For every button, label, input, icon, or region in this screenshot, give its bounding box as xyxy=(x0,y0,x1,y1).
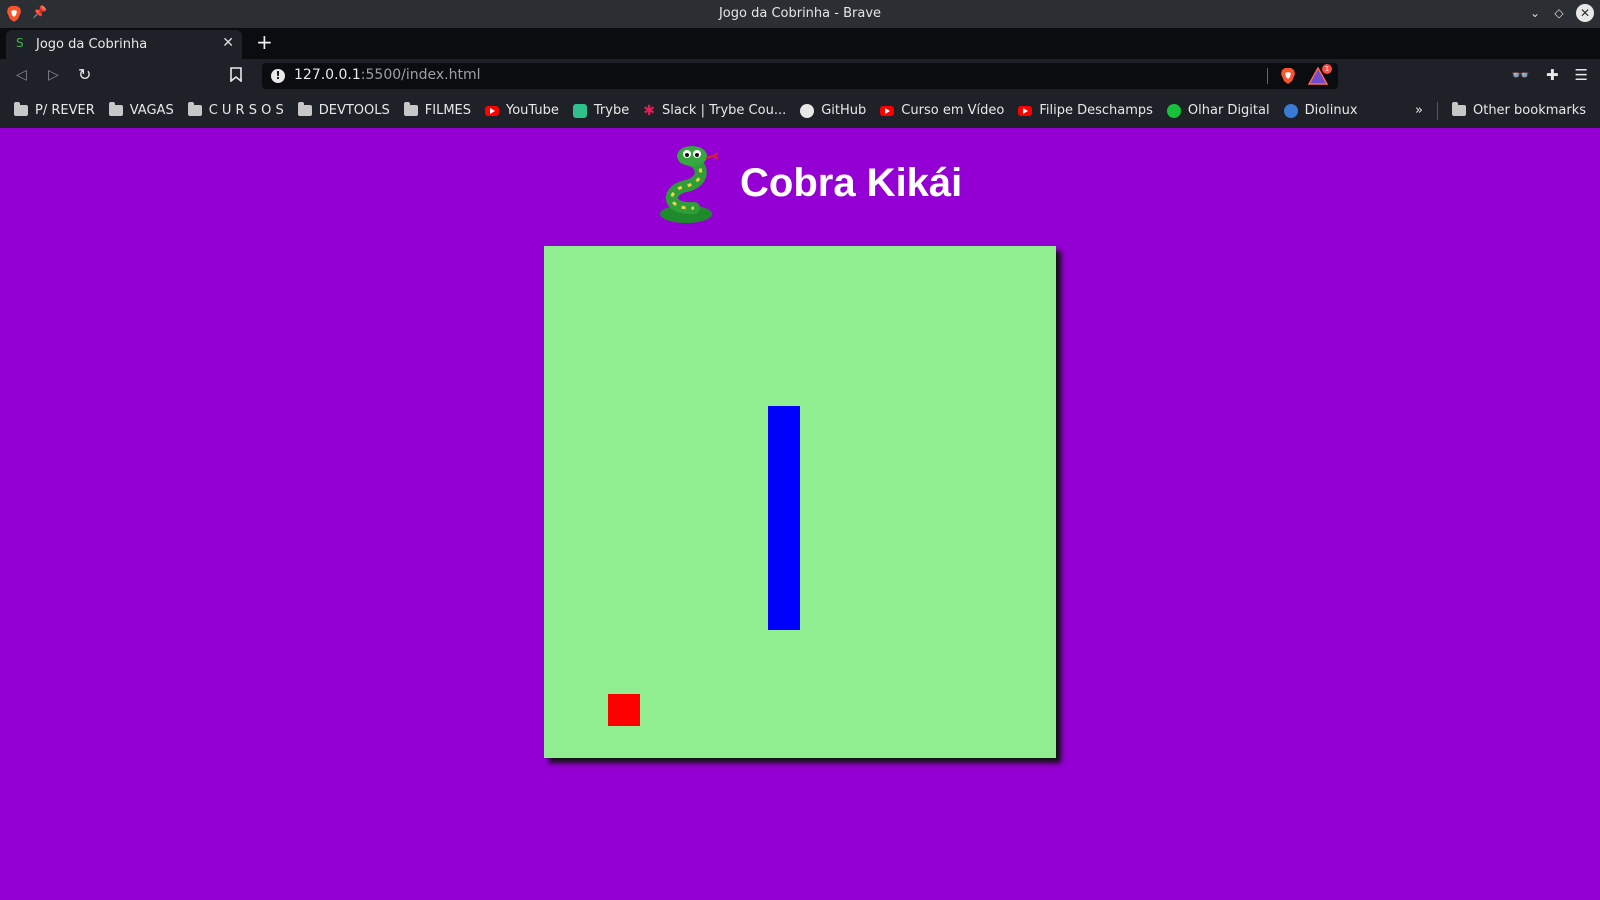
bookmark-vagas[interactable]: VAGAS xyxy=(108,102,174,118)
folder-icon xyxy=(403,102,418,116)
bookmark-filipe-deschamps[interactable]: Filipe Deschamps xyxy=(1018,103,1153,118)
snake-logo-icon xyxy=(660,146,719,223)
brave-rewards-icon[interactable]: 1 xyxy=(1307,64,1332,85)
bookmark-cursos[interactable]: C U R S O S xyxy=(187,102,284,118)
private-window-icon[interactable]: 👓 xyxy=(1511,66,1530,84)
snake-segment xyxy=(768,502,800,534)
bookmark-label: DEVTOOLS xyxy=(318,103,390,118)
game-page: Cobra Kikái xyxy=(0,128,1600,900)
site-info-icon[interactable]: ! xyxy=(271,69,285,83)
bookmark-label: C U R S O S xyxy=(208,103,284,118)
minimize-icon[interactable]: ⌄ xyxy=(1528,6,1542,20)
bookmark-olhar-digital[interactable]: Olhar Digital xyxy=(1166,103,1270,118)
bookmark-curso-em-video[interactable]: Curso em Vídeo xyxy=(880,103,1004,118)
bookmark-label: Filipe Deschamps xyxy=(1039,103,1153,118)
bookmark-label: Trybe xyxy=(593,103,630,118)
navigation-bar: ◁ ▷ ↻ ! 127.0.0.1:5500/index.html 1 👓 ✚ … xyxy=(0,59,1600,93)
tab-label: Jogo da Cobrinha xyxy=(36,37,148,52)
bookmark-youtube[interactable]: YouTube xyxy=(485,103,559,118)
tab-strip: S Jogo da Cobrinha ✕ + xyxy=(0,28,1600,59)
snake-segment xyxy=(768,598,800,630)
bookmark-label: VAGAS xyxy=(129,103,174,118)
snake-segment xyxy=(768,534,800,566)
close-tab-icon[interactable]: ✕ xyxy=(222,35,234,51)
bookmark-label: Slack | Trybe Cou... xyxy=(661,103,787,118)
window-titlebar: 📌 Jogo da Cobrinha - Brave ⌄ ◇ ✕ xyxy=(0,0,1600,28)
bookmark-label: Diolinux xyxy=(1304,103,1358,118)
back-icon[interactable]: ◁ xyxy=(16,67,27,83)
bookmark-label: Other bookmarks xyxy=(1472,103,1586,118)
snake-segment xyxy=(768,438,800,470)
diolinux-icon xyxy=(1283,103,1298,118)
folder-icon xyxy=(108,102,123,116)
bookmark-filmes[interactable]: FILMES xyxy=(403,102,472,118)
game-title: Cobra Kikái xyxy=(740,160,963,205)
maximize-icon[interactable]: ◇ xyxy=(1552,6,1566,20)
more-bookmarks-icon[interactable]: » xyxy=(1415,103,1423,118)
bookmark-label: P/ REVER xyxy=(35,103,95,118)
github-icon xyxy=(800,103,815,118)
bookmark-label: FILMES xyxy=(424,103,472,118)
trybe-icon xyxy=(572,103,587,118)
bookmark-label: YouTube xyxy=(506,103,559,118)
folder-icon xyxy=(14,102,28,116)
bookmark-trybe[interactable]: Trybe xyxy=(572,103,630,118)
url-text: 127.0.0.1:5500/index.html xyxy=(294,67,481,83)
game-header: Cobra Kikái xyxy=(654,144,962,226)
bookmarks-bar: P/ REVER VAGAS C U R S O S DEVTOOLS FILM… xyxy=(0,93,1600,128)
folder-icon xyxy=(1451,102,1466,116)
tab-jogo-da-cobrinha[interactable]: S Jogo da Cobrinha ✕ xyxy=(6,30,242,59)
bookmark-slack[interactable]: ✱ Slack | Trybe Cou... xyxy=(643,103,786,119)
rewards-badge: 1 xyxy=(1322,64,1332,74)
url-divider xyxy=(1267,68,1268,84)
snake-favicon-icon: S xyxy=(16,36,24,50)
bookmark-icon[interactable] xyxy=(230,67,242,82)
close-window-icon[interactable]: ✕ xyxy=(1576,4,1594,22)
forward-icon[interactable]: ▷ xyxy=(48,67,59,83)
brave-shields-icon[interactable] xyxy=(1280,67,1296,85)
bookmark-github[interactable]: GitHub xyxy=(800,103,866,118)
bookmark-p-rever[interactable]: P/ REVER xyxy=(14,102,95,118)
youtube-icon xyxy=(485,105,500,116)
bookmark-label: Curso em Vídeo xyxy=(901,103,1005,118)
snake-segment xyxy=(768,566,800,598)
bookmark-label: Olhar Digital xyxy=(1187,103,1270,118)
bookmark-diolinux[interactable]: Diolinux xyxy=(1283,103,1358,118)
youtube-icon xyxy=(880,105,895,116)
reload-icon[interactable]: ↻ xyxy=(78,65,91,84)
snake-segment xyxy=(768,406,800,438)
bookmark-devtools[interactable]: DEVTOOLS xyxy=(297,102,390,118)
olhar-digital-icon xyxy=(1166,103,1181,118)
slack-icon: ✱ xyxy=(643,102,655,119)
game-board[interactable] xyxy=(544,246,1056,758)
snake-segment xyxy=(768,470,800,502)
bookmark-label: GitHub xyxy=(821,103,867,118)
food-item xyxy=(608,694,640,726)
bookmarks-divider xyxy=(1436,101,1438,120)
extensions-icon[interactable]: ✚ xyxy=(1546,66,1559,84)
folder-icon xyxy=(297,102,312,116)
menu-icon[interactable]: ☰ xyxy=(1575,66,1588,84)
bookmark-other-bookmarks[interactable]: Other bookmarks xyxy=(1451,102,1586,118)
youtube-icon xyxy=(1018,105,1033,116)
new-tab-icon[interactable]: + xyxy=(256,30,273,54)
address-bar[interactable]: ! 127.0.0.1:5500/index.html 1 xyxy=(262,63,1338,89)
window-title: Jogo da Cobrinha - Brave xyxy=(718,6,882,21)
folder-icon xyxy=(187,102,202,116)
